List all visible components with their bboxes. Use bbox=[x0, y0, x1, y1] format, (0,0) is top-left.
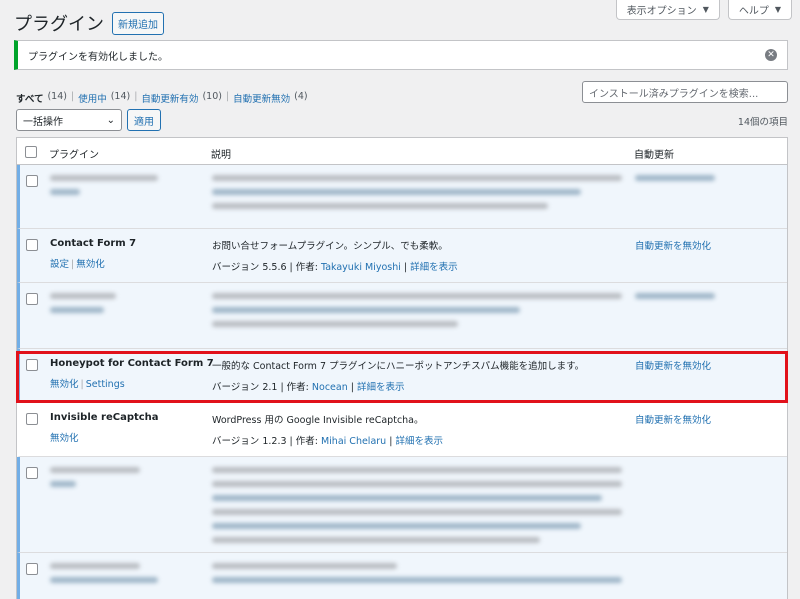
bulk-action-select[interactable]: 一括操作 ⌄ bbox=[16, 109, 122, 131]
apply-button[interactable]: 適用 bbox=[127, 109, 161, 131]
row-checkbox[interactable] bbox=[26, 563, 38, 575]
disable-auto-update-link[interactable]: 自動更新を無効化 bbox=[635, 412, 711, 426]
table-row-contact-form-7: Contact Form 7 設定 | 無効化 お問い合せフォームプラグイン。シンプ… bbox=[17, 229, 787, 283]
filter-active-count: (14) bbox=[110, 91, 131, 102]
plugin-description: お問い合せフォームプラグイン。シンプル、でも柔軟。 bbox=[212, 241, 448, 252]
caret-down-icon: ▼ bbox=[774, 5, 781, 14]
table-row bbox=[17, 165, 787, 229]
blurred-auto bbox=[635, 293, 715, 307]
row-actions: 無効化 bbox=[50, 430, 79, 444]
table-row bbox=[17, 457, 787, 553]
settings-link[interactable]: 設定 bbox=[50, 259, 69, 270]
column-plugin: プラグイン bbox=[49, 150, 99, 161]
row-checkbox[interactable] bbox=[26, 467, 38, 479]
row-checkbox[interactable] bbox=[26, 239, 38, 251]
details-link[interactable]: 詳細を表示 bbox=[395, 436, 443, 447]
plugin-status-filters: すべて (14) | 使用中 (14) | 自動更新有効 (10) | 自動更新無効 (4) bbox=[16, 91, 308, 105]
bulk-action-value: 一括操作 bbox=[23, 116, 63, 128]
screen-options-label: 表示オプション bbox=[626, 6, 697, 17]
screen-options-button[interactable]: 表示オプション ▼ bbox=[615, 0, 720, 20]
deactivate-link[interactable]: 無効化 bbox=[76, 259, 105, 270]
plugin-version: バージョン 1.2.3 | 作者: bbox=[212, 436, 321, 447]
page-header: プラグイン 新規追加 bbox=[14, 10, 164, 36]
select-all-checkbox[interactable] bbox=[25, 146, 37, 158]
blurred-auto bbox=[635, 175, 715, 189]
filter-auto-disabled[interactable]: 自動更新無効 bbox=[233, 91, 290, 105]
table-row bbox=[17, 283, 787, 349]
plugin-meta: バージョン 1.2.3 | 作者: Mihai Chelaru | 詳細を表示 bbox=[212, 436, 443, 447]
blurred-description bbox=[212, 467, 622, 551]
filter-auto-enabled-count: (10) bbox=[202, 91, 222, 102]
blurred-plugin-name bbox=[50, 467, 170, 495]
plugin-meta: バージョン 5.5.6 | 作者: Takayuki Miyoshi | 詳細を… bbox=[212, 262, 458, 273]
table-row bbox=[17, 553, 787, 599]
row-checkbox[interactable] bbox=[26, 413, 38, 425]
chevron-down-icon: ⌄ bbox=[106, 114, 115, 126]
row-checkbox[interactable] bbox=[26, 293, 38, 305]
help-label: ヘルプ bbox=[738, 6, 769, 17]
plugin-name: Invisible reCaptcha bbox=[50, 412, 159, 423]
table-row-invisible-recaptcha: Invisible reCaptcha 無効化 WordPress 用の Goo… bbox=[17, 403, 787, 457]
help-button[interactable]: ヘルプ ▼ bbox=[727, 0, 792, 20]
notice-message: プラグインを有効化しました。 bbox=[28, 51, 168, 63]
blurred-plugin-name bbox=[50, 175, 170, 203]
column-auto-updates: 自動更新 bbox=[634, 150, 674, 161]
dismiss-icon[interactable]: ✕ bbox=[765, 49, 777, 61]
success-notice: プラグインを有効化しました。 ✕ bbox=[14, 40, 788, 70]
add-new-button[interactable]: 新規追加 bbox=[112, 11, 164, 35]
blurred-description bbox=[212, 563, 622, 591]
column-description: 説明 bbox=[211, 150, 231, 161]
blurred-description bbox=[212, 293, 622, 335]
filter-auto-disabled-count: (4) bbox=[294, 91, 308, 102]
caret-down-icon: ▼ bbox=[702, 5, 709, 14]
highlight-box bbox=[16, 351, 788, 403]
bulk-actions: 一括操作 ⌄ 適用 bbox=[16, 109, 161, 131]
table-header: プラグイン 説明 自動更新 bbox=[17, 138, 787, 165]
blurred-plugin-name bbox=[50, 563, 170, 591]
plugin-name: Contact Form 7 bbox=[50, 238, 137, 249]
details-link[interactable]: 詳細を表示 bbox=[410, 262, 458, 273]
plugin-version: バージョン 5.5.6 | 作者: bbox=[212, 262, 321, 273]
row-checkbox[interactable] bbox=[26, 175, 38, 187]
deactivate-link[interactable]: 無効化 bbox=[50, 433, 79, 444]
plugin-search-input[interactable]: インストール済みプラグインを検索... bbox=[582, 81, 788, 103]
author-link[interactable]: Takayuki Miyoshi bbox=[321, 262, 401, 273]
filter-all-count: (14) bbox=[47, 91, 67, 102]
filter-auto-enabled[interactable]: 自動更新有効 bbox=[141, 91, 198, 105]
author-link[interactable]: Mihai Chelaru bbox=[321, 436, 386, 447]
item-count: 14個の項目 bbox=[737, 117, 788, 128]
screen-meta-links: 表示オプション ▼ ヘルプ ▼ bbox=[615, 0, 792, 20]
plugin-description: WordPress 用の Google Invisible reCaptcha。 bbox=[212, 415, 424, 426]
row-actions: 設定 | 無効化 bbox=[50, 259, 105, 270]
page-title: プラグイン bbox=[14, 14, 104, 35]
filter-active[interactable]: 使用中 bbox=[78, 91, 107, 105]
disable-auto-update-link[interactable]: 自動更新を無効化 bbox=[635, 238, 711, 252]
blurred-description bbox=[212, 175, 622, 217]
filter-all[interactable]: すべて bbox=[16, 91, 43, 105]
blurred-plugin-name bbox=[50, 293, 170, 321]
